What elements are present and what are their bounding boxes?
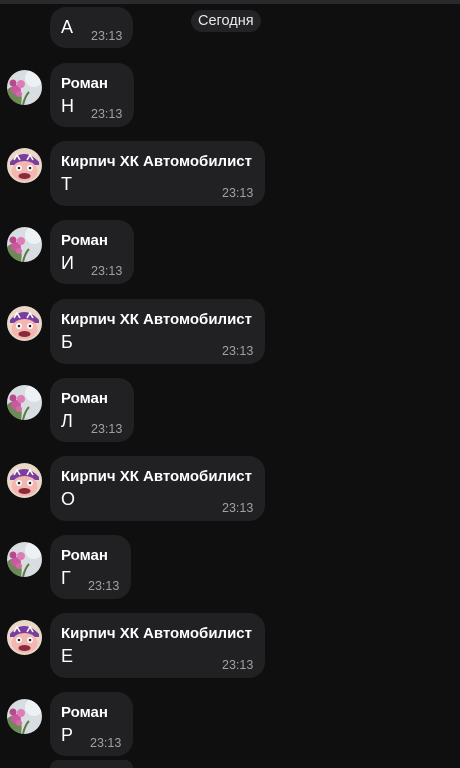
sender-name: Роман [61,75,108,92]
sender-name: Кирпич ХК Автомобилист [61,311,252,328]
sender-name: Роман [61,390,108,407]
avatar[interactable] [7,70,42,105]
flower-avatar-icon [7,70,42,105]
date-separator: Сегодня [191,10,261,32]
message-time: 23:13 [222,501,254,515]
message-bubble-partial[interactable] [50,760,133,768]
message-text: И [61,253,74,273]
message-text: Р [61,725,74,745]
message-time: 23:13 [91,264,123,278]
message-bubble[interactable]: Роман Л 23:13 [50,378,134,442]
message-bubble[interactable]: Кирпич ХК Автомобилист Б 23:13 [50,299,265,364]
message-text: Л [61,411,73,431]
avatar[interactable] [7,227,42,262]
message-time: 23:13 [91,422,123,436]
message-bubble[interactable]: Роман Г 23:13 [50,535,131,599]
message-bubble[interactable]: Кирпич ХК Автомобилист Т 23:13 [50,141,265,206]
message-text: Т [61,174,72,194]
avatar[interactable] [7,463,42,498]
flower-avatar-icon [7,227,42,262]
flower-avatar-icon [7,385,42,420]
flower-avatar-icon [7,699,42,734]
avatar[interactable] [7,148,42,183]
message-text: А [61,17,74,37]
message-bubble[interactable]: А 23:13 [50,7,133,48]
message-time: 23:13 [222,658,254,672]
avatar[interactable] [7,699,42,734]
sender-name: Кирпич ХК Автомобилист [61,468,252,485]
message-time: 23:13 [222,344,254,358]
sender-name: Роман [61,704,108,721]
message-bubble[interactable]: Роман Н 23:13 [50,63,134,127]
message-text: Б [61,332,73,352]
message-time: 23:13 [90,736,122,750]
sender-name: Кирпич ХК Автомобилист [61,153,252,170]
message-text: Г [61,568,71,588]
message-time: 23:13 [88,579,120,593]
message-bubble[interactable]: Кирпич ХК Автомобилист О 23:13 [50,456,265,521]
cartoon-face-avatar-icon [7,148,42,183]
message-bubble[interactable]: Роман И 23:13 [50,220,134,284]
sender-name: Роман [61,547,108,564]
avatar[interactable] [7,542,42,577]
message-text: Н [61,96,74,116]
message-time: 23:13 [91,29,123,43]
message-time: 23:13 [91,107,123,121]
top-divider [0,0,460,4]
message-text: О [61,489,76,509]
avatar[interactable] [7,306,42,341]
avatar[interactable] [7,385,42,420]
avatar[interactable] [7,620,42,655]
cartoon-face-avatar-icon [7,306,42,341]
message-time: 23:13 [222,186,254,200]
sender-name: Кирпич ХК Автомобилист [61,625,252,642]
cartoon-face-avatar-icon [7,620,42,655]
sender-name: Роман [61,232,108,249]
cartoon-face-avatar-icon [7,463,42,498]
message-bubble[interactable]: Роман Р 23:13 [50,692,133,756]
flower-avatar-icon [7,542,42,577]
message-text: Е [61,646,74,666]
message-bubble[interactable]: Кирпич ХК Автомобилист Е 23:13 [50,613,265,678]
